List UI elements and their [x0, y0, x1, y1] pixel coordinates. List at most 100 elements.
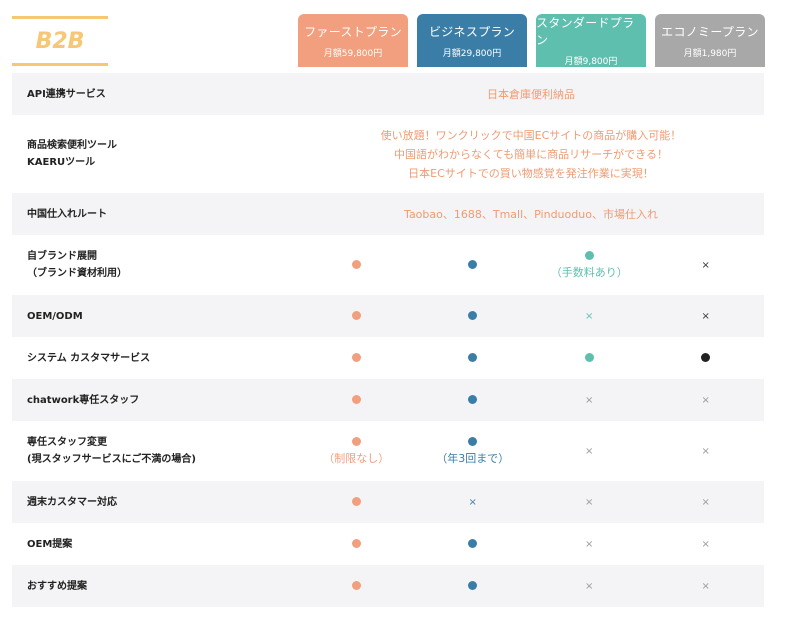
cell-business	[414, 379, 531, 421]
available-dot-icon	[351, 539, 361, 548]
cell-standard: ×	[531, 379, 648, 421]
cell-economy: ×	[647, 481, 764, 523]
cell-economy: ×	[647, 295, 764, 337]
plan-header-economy[interactable]: エコノミープラン 月額1,980円	[655, 14, 765, 67]
kaeru-line1: 使い放題！ワンクリックで中国ECサイトの商品が購入可能！	[380, 128, 682, 142]
available-dot-icon	[468, 311, 478, 320]
cell-economy: ×	[647, 565, 764, 607]
table-row-api: API連携サービス 日本倉庫便利納品	[12, 73, 764, 115]
cross-icon: ×	[468, 496, 477, 508]
table-row-system: システム カスタマサービス	[12, 337, 764, 379]
cell-first	[298, 235, 415, 295]
kaeru-description: 使い放題！ワンクリックで中国ECサイトの商品が購入可能！ 中国語がわからなくても簡…	[298, 115, 764, 193]
plan-price: 月額1,980円	[683, 48, 737, 59]
available-dot-icon	[351, 436, 361, 446]
available-dot-icon	[584, 353, 594, 362]
available-dot-icon	[351, 260, 361, 269]
table-row-oem-proposal: OEM提案 × ×	[12, 523, 764, 565]
plan-price: 月額9,800円	[564, 57, 618, 67]
cross-icon: ×	[701, 445, 710, 457]
cell-business	[415, 523, 532, 565]
available-dot-icon	[468, 539, 478, 548]
cell-standard: （手数料あり）	[531, 235, 648, 295]
cell-economy: ×	[648, 421, 765, 481]
cell-standard: ×	[531, 523, 648, 565]
plan-name: ビジネスプラン	[428, 24, 516, 39]
plan-name: スタンダードプラン	[536, 16, 635, 47]
available-dot-icon	[701, 353, 711, 362]
cross-icon: ×	[701, 580, 710, 592]
available-dot-icon	[351, 353, 361, 362]
row-label: OEM提案	[27, 538, 73, 550]
plan-header-first[interactable]: ファーストプラン 月額59,800円	[298, 14, 408, 67]
row-label: 自ブランド展開 （ブランド資材利用）	[12, 235, 298, 295]
cross-icon: ×	[585, 580, 594, 592]
cell-standard: ×	[531, 421, 648, 481]
cross-icon: ×	[585, 310, 594, 322]
cell-business	[415, 337, 532, 379]
standard-note: （手数料あり）	[550, 266, 628, 279]
row-label-line2: (現スタッフサービスにご不満の場合)	[27, 454, 196, 465]
available-dot-icon	[468, 395, 478, 404]
business-note: （年3回まで）	[436, 452, 510, 465]
cell-first	[298, 337, 415, 379]
row-label: chatwork専任スタッフ	[12, 379, 298, 421]
table-row-route: 中国仕入れルート Taobao、1688、Tmall、Pinduoduo、市場仕…	[12, 193, 764, 235]
row-label-line1: 商品検索便利ツール	[27, 140, 117, 151]
cell-economy: ×	[648, 523, 765, 565]
available-dot-icon	[468, 353, 478, 362]
plan-name: ファーストプラン	[304, 24, 402, 39]
api-value: 日本倉庫便利納品	[298, 73, 764, 115]
cross-icon: ×	[585, 445, 594, 457]
comparison-table: API連携サービス 日本倉庫便利納品 商品検索便利ツール KAERUツール 使い放…	[12, 73, 764, 607]
cell-first	[298, 481, 415, 523]
cross-icon: ×	[585, 538, 594, 550]
cell-first	[298, 523, 415, 565]
available-dot-icon	[351, 497, 361, 506]
plan-price: 月額29,800円	[442, 48, 502, 59]
table-row-staff-change: 専任スタッフ変更 (現スタッフサービスにご不満の場合) （制限なし） （年3回まで…	[12, 421, 764, 481]
row-label: おすすめ提案	[12, 565, 298, 607]
cell-economy: ×	[648, 235, 765, 295]
cross-icon: ×	[701, 538, 710, 550]
row-label: システム カスタマサービス	[27, 352, 151, 364]
row-label: API連携サービス	[12, 73, 298, 115]
cell-business: （年3回まで）	[415, 421, 532, 481]
plan-header-standard[interactable]: スタンダードプラン 月額9,800円	[536, 14, 646, 67]
cross-icon: ×	[585, 496, 594, 508]
table-row-recommend: おすすめ提案 × ×	[12, 565, 764, 607]
cross-icon: ×	[701, 496, 710, 508]
table-row-oem: OEM/ODM × ×	[12, 295, 764, 337]
row-label-line1: 専任スタッフ変更	[27, 437, 107, 448]
row-label: 中国仕入れルート	[12, 193, 298, 235]
available-dot-icon	[351, 311, 361, 320]
row-label: 専任スタッフ変更 (現スタッフサービスにご不満の場合)	[12, 421, 298, 481]
plan-name: エコノミープラン	[661, 24, 759, 39]
cell-first: （制限なし）	[298, 421, 415, 481]
first-note: （制限なし）	[323, 452, 390, 465]
plan-header-business[interactable]: ビジネスプラン 月額29,800円	[417, 14, 527, 67]
table-row-brand: 自ブランド展開 （ブランド資材利用） （手数料あり） ×	[12, 235, 764, 295]
available-dot-icon	[584, 250, 594, 260]
b2b-logo: B2B	[12, 16, 108, 66]
cell-business	[415, 235, 532, 295]
cell-business: ×	[414, 481, 531, 523]
row-label: 週末カスタマー対応	[12, 481, 298, 523]
row-label: 商品検索便利ツール KAERUツール	[12, 115, 298, 193]
cell-business	[414, 295, 531, 337]
row-label-line2: （ブランド資材利用）	[27, 268, 127, 279]
cell-standard: ×	[531, 481, 648, 523]
available-dot-icon	[468, 581, 478, 590]
available-dot-icon	[351, 581, 361, 590]
table-row-chatwork: chatwork専任スタッフ × ×	[12, 379, 764, 421]
cell-economy	[648, 337, 765, 379]
cell-standard: ×	[531, 565, 648, 607]
cell-first	[298, 565, 415, 607]
cross-icon: ×	[701, 310, 710, 322]
route-value: Taobao、1688、Tmall、Pinduoduo、市場仕入れ	[298, 193, 764, 235]
cross-icon: ×	[701, 259, 710, 271]
cross-icon: ×	[701, 394, 710, 406]
kaeru-line2: 中国語がわからなくても簡単に商品リサーチができる！	[394, 147, 668, 161]
cell-standard: ×	[531, 295, 648, 337]
table-row-kaeru: 商品検索便利ツール KAERUツール 使い放題！ワンクリックで中国ECサイトの商品…	[12, 115, 764, 193]
